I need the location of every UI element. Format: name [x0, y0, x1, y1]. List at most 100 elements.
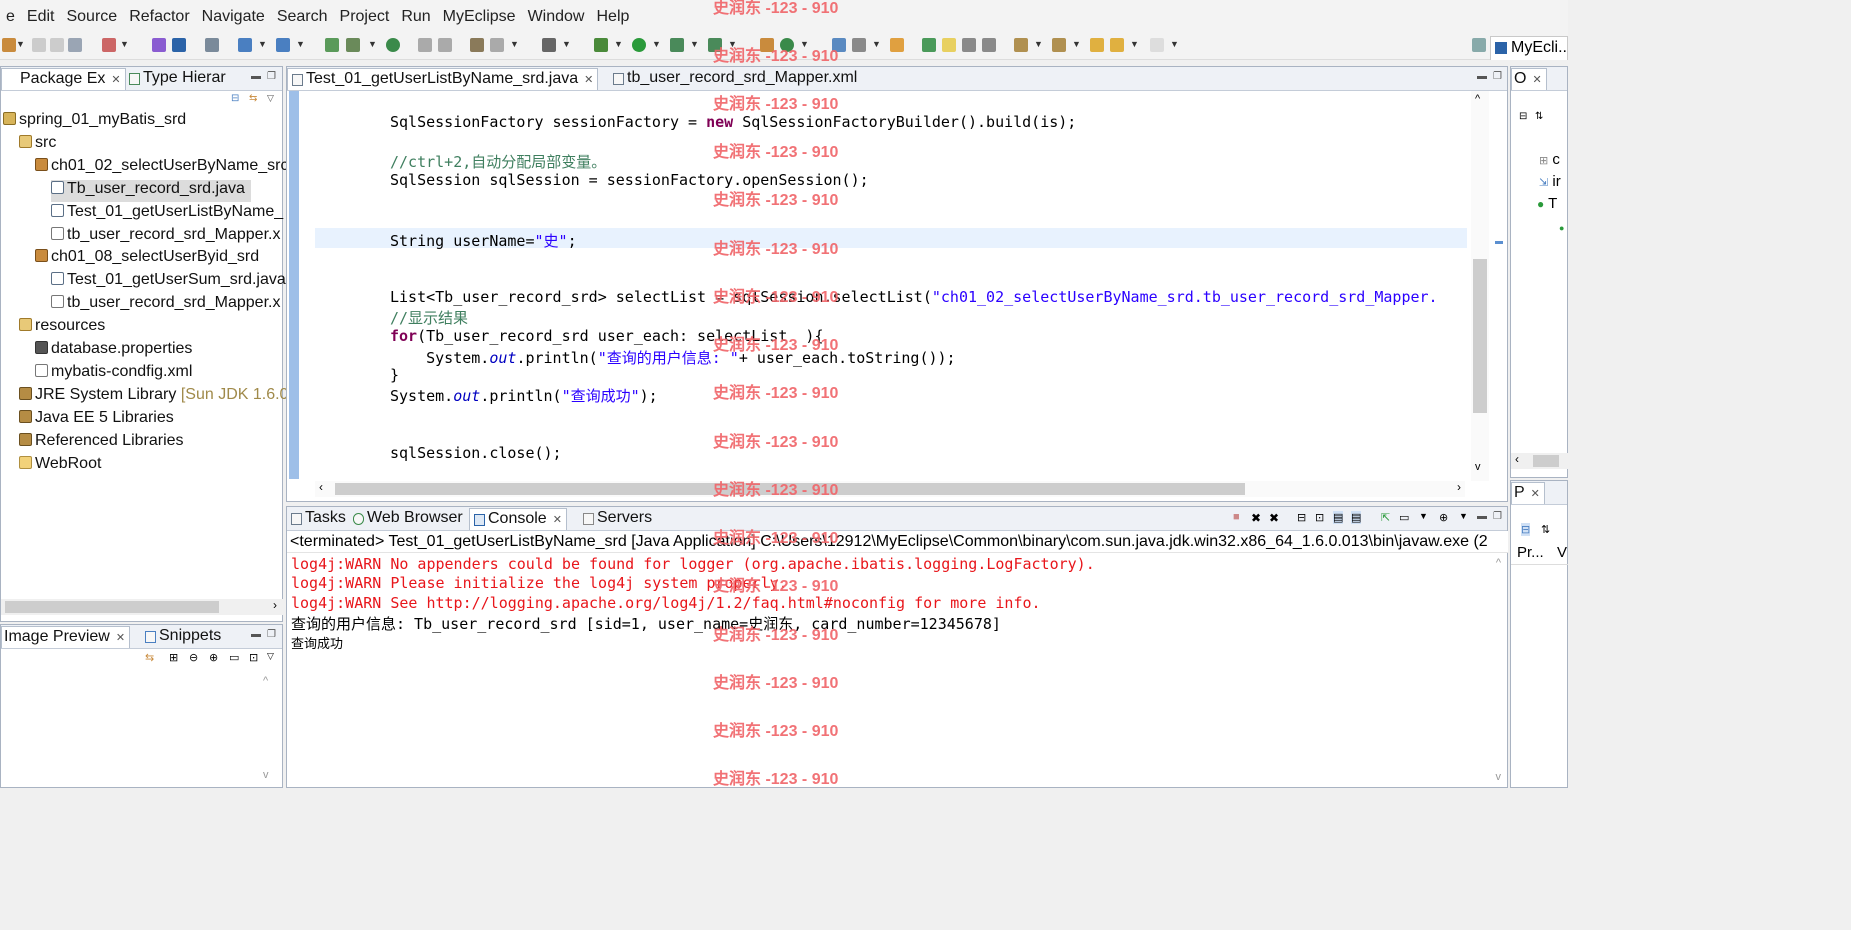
scroll-down-icon[interactable]: v	[1475, 461, 1481, 473]
maximize-icon[interactable]: ❐	[1493, 71, 1502, 82]
tree-item-javaee-library[interactable]: Java EE 5 Libraries	[19, 409, 174, 431]
tree-item-xml-file[interactable]: mybatis-condfig.xml	[35, 363, 192, 385]
back-icon[interactable]	[1110, 38, 1124, 52]
server-icon[interactable]	[152, 38, 166, 52]
scrollbar-thumb[interactable]	[1533, 455, 1559, 467]
dropdown-arrow-icon[interactable]: ▼	[1419, 511, 1428, 521]
tool-icon[interactable]	[490, 38, 504, 52]
fit-icon[interactable]: ⊞	[169, 651, 178, 664]
menu-project[interactable]: Project	[334, 8, 396, 26]
save-all-icon[interactable]	[50, 38, 64, 52]
minimize-icon[interactable]: ▬	[1477, 511, 1487, 522]
categories-icon[interactable]: ⊟	[1521, 523, 1531, 536]
minimize-icon[interactable]: ▬	[1477, 71, 1487, 82]
horizontal-scrollbar[interactable]: ‹ ›	[315, 480, 1465, 497]
scroll-up-icon[interactable]: ^	[263, 675, 268, 687]
tree-item-xml-file[interactable]: tb_user_record_srd_Mapper.x	[51, 226, 280, 248]
minimize-icon[interactable]: ▬	[251, 71, 261, 82]
dropdown-arrow-icon[interactable]: ▼	[614, 39, 623, 49]
forward-icon[interactable]	[1150, 38, 1164, 52]
clear-console-icon[interactable]: ⊟	[1297, 511, 1306, 524]
close-icon[interactable]: ✕	[1531, 488, 1540, 500]
tree-item-package[interactable]: ch01_08_selectUserByid_srd	[35, 248, 259, 270]
close-icon[interactable]: ✕	[1532, 74, 1541, 86]
run-icon[interactable]	[632, 38, 646, 52]
tab-snippets[interactable]: Snippets	[141, 626, 225, 648]
actual-size-icon[interactable]: ▭	[229, 651, 239, 664]
code-area[interactable]: SqlSessionFactory sessionFactory = new S…	[315, 91, 1467, 477]
open-type-icon[interactable]	[238, 38, 252, 52]
advanced-icon[interactable]: ⇅	[1541, 523, 1550, 536]
horizontal-scrollbar[interactable]: ‹	[1511, 452, 1568, 469]
new-icon[interactable]	[2, 38, 16, 52]
tree-item-java-file[interactable]: Tb_user_record_srd.java	[51, 180, 251, 202]
pin-console-icon[interactable]: ⇱	[1381, 511, 1390, 524]
globe-icon[interactable]	[386, 38, 400, 52]
tab-properties[interactable]: P ✕	[1511, 482, 1545, 504]
dropdown-arrow-icon[interactable]: ▼	[562, 39, 571, 49]
menu-myeclipse[interactable]: MyEclipse	[437, 8, 522, 26]
outline-item-imports[interactable]: ⇲ ir	[1539, 173, 1561, 190]
save-icon[interactable]	[32, 38, 46, 52]
tool-icon[interactable]	[418, 38, 432, 52]
dropdown-arrow-icon[interactable]: ▼	[872, 39, 881, 49]
scroll-down-icon[interactable]: v	[263, 769, 269, 781]
browser-icon[interactable]	[205, 38, 219, 52]
layout-icon[interactable]	[470, 38, 484, 52]
sort-icon[interactable]: ⇅	[1535, 111, 1543, 122]
vertical-scrollbar[interactable]: ^ v	[1471, 91, 1489, 481]
zoom-out-icon[interactable]: ⊖	[189, 651, 198, 664]
outline-item-class[interactable]: ● T	[1537, 195, 1557, 212]
menu-file[interactable]: e	[0, 8, 21, 26]
collapse-all-icon[interactable]: ⊟	[231, 93, 239, 104]
tab-image-preview[interactable]: Image Preview ✕	[1, 626, 131, 648]
highlight-icon[interactable]	[942, 38, 956, 52]
link-icon[interactable]: ⇆	[145, 651, 154, 664]
tool-icon[interactable]	[438, 38, 452, 52]
whitespace-icon[interactable]	[982, 38, 996, 52]
tool-icon[interactable]	[852, 38, 866, 52]
scroll-lock-icon[interactable]: ⊡	[1315, 511, 1324, 524]
fullscreen-icon[interactable]: ⊡	[249, 651, 258, 664]
terminate-icon[interactable]: ■	[1233, 511, 1240, 523]
terminal-icon[interactable]	[542, 38, 556, 52]
wizard-icon[interactable]	[346, 38, 360, 52]
scroll-left-icon[interactable]: ‹	[1515, 452, 1519, 466]
scroll-up-icon[interactable]: ^	[1496, 557, 1501, 569]
scrollbar-thumb[interactable]	[1473, 259, 1487, 413]
close-icon[interactable]: ✕	[116, 632, 125, 644]
dropdown-arrow-icon[interactable]: ▼	[296, 39, 305, 49]
dropdown-arrow-icon[interactable]: ▼	[1459, 511, 1468, 521]
menu-window[interactable]: Window	[522, 8, 591, 26]
overview-marker[interactable]	[1495, 241, 1503, 244]
menu-run[interactable]: Run	[395, 8, 436, 26]
tree-item-xml-file[interactable]: tb_user_record_srd_Mapper.x	[51, 294, 280, 316]
run-external-icon[interactable]	[670, 38, 684, 52]
tab-servers[interactable]: Servers	[579, 508, 656, 530]
scroll-left-icon[interactable]: ‹	[319, 480, 323, 494]
horizontal-scrollbar[interactable]: ›	[1, 598, 283, 615]
web-icon[interactable]	[325, 38, 339, 52]
tree-item-referenced-libraries[interactable]: Referenced Libraries	[19, 432, 184, 454]
open-console-icon[interactable]: ⊕	[1439, 511, 1448, 524]
tree-item-project[interactable]: spring_01_myBatis_srd	[3, 111, 186, 133]
tab-package-explorer[interactable]: Package Ex ✕	[1, 68, 126, 90]
dropdown-arrow-icon[interactable]: ▼	[690, 39, 699, 49]
deploy-icon[interactable]	[172, 38, 186, 52]
tree-item-properties-file[interactable]: database.properties	[35, 340, 192, 362]
close-icon[interactable]: ✕	[584, 74, 593, 86]
dropdown-arrow-icon[interactable]: ▼	[510, 39, 519, 49]
new-project-icon[interactable]	[102, 38, 116, 52]
menu-search[interactable]: Search	[271, 8, 334, 26]
tree-item-src[interactable]: src	[19, 134, 56, 156]
dropdown-arrow-icon[interactable]: ▼	[16, 39, 25, 49]
menu-navigate[interactable]: Navigate	[196, 8, 271, 26]
view-menu-icon[interactable]: ▽	[267, 93, 274, 104]
next-annotation-icon[interactable]	[1014, 38, 1028, 52]
dropdown-arrow-icon[interactable]: ▼	[258, 39, 267, 49]
menu-help[interactable]: Help	[590, 8, 635, 26]
scroll-up-icon[interactable]: ^	[1475, 93, 1480, 105]
tree-item-jre-library[interactable]: JRE System Library [Sun JDK 1.6.0	[19, 386, 288, 408]
maximize-icon[interactable]: ❐	[267, 629, 276, 640]
outline-item-import[interactable]: ⊞ c	[1539, 151, 1560, 168]
